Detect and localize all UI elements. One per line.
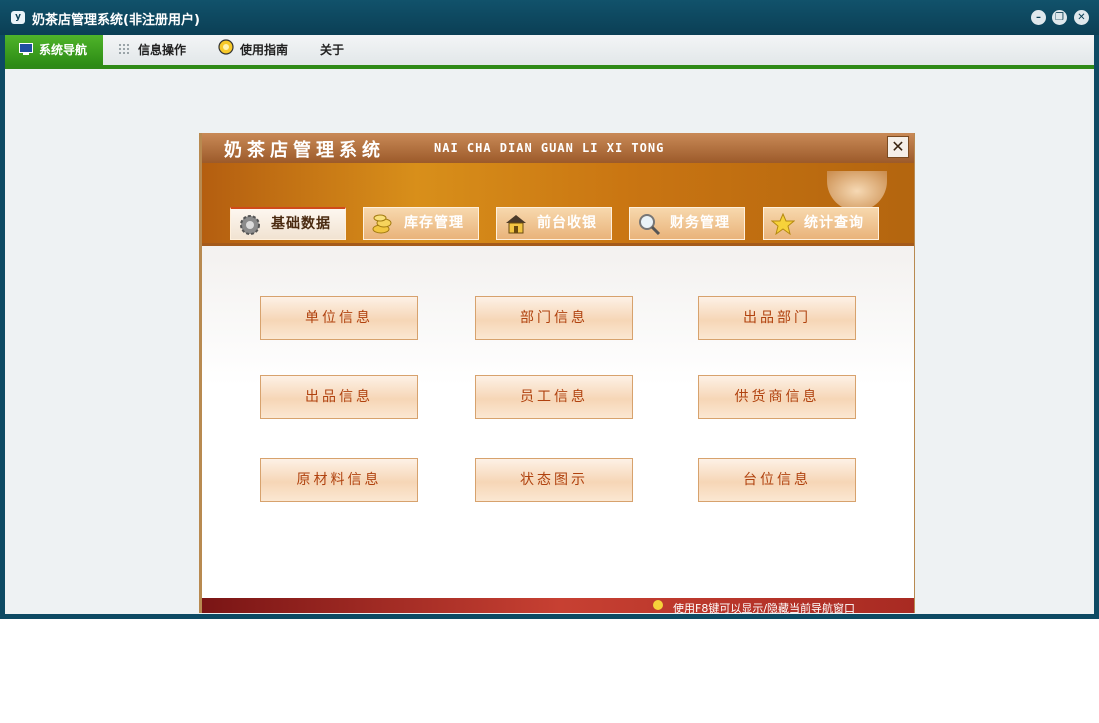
hint-bulb-icon [653, 600, 663, 610]
output-department-button[interactable]: 出品部门 [698, 296, 856, 340]
star-icon [770, 212, 796, 236]
tab-finance[interactable]: 财务管理 [629, 207, 745, 240]
panel-content: 单位信息 部门信息 出品部门 出品信息 员工信息 供货商信息 原材料信息 状态图… [202, 246, 914, 596]
product-info-button[interactable]: 出品信息 [260, 375, 418, 419]
restore-icon[interactable]: ❐ [1052, 10, 1067, 25]
menu-bar: 系统导航 信息操作 使用指南 关于 [5, 35, 1094, 69]
minimize-icon[interactable]: – [1031, 10, 1046, 25]
unit-info-button[interactable]: 单位信息 [260, 296, 418, 340]
tab-statistics[interactable]: 统计查询 [763, 207, 879, 240]
window-title: 奶茶店管理系统(非注册用户) [32, 13, 200, 28]
lightbulb-icon [218, 36, 234, 66]
client-area: 系统导航 信息操作 使用指南 关于 奶茶店管理系统 NAI CHA DIAN G… [5, 35, 1094, 614]
grid-icon [119, 36, 132, 66]
tab-front-cashier[interactable]: 前台收银 [496, 207, 612, 240]
panel-header: 奶茶店管理系统 NAI CHA DIAN GUAN LI XI TONG ✕ [202, 133, 914, 163]
monitor-icon [19, 36, 33, 66]
department-info-button[interactable]: 部门信息 [475, 296, 633, 340]
panel-close-button[interactable]: ✕ [887, 136, 909, 158]
menu-item-about[interactable]: 关于 [320, 35, 344, 65]
app-icon: y [11, 11, 25, 24]
raw-material-info-button[interactable]: 原材料信息 [260, 458, 418, 502]
title-bar: y 奶茶店管理系统(非注册用户) – ❐ ✕ [0, 0, 1099, 35]
main-window: y 奶茶店管理系统(非注册用户) – ❐ ✕ 系统导航 信息操作 使用指南 关于… [0, 0, 1099, 619]
coins-icon [371, 213, 395, 235]
tea-cup-icon [827, 171, 887, 211]
employee-info-button[interactable]: 员工信息 [475, 375, 633, 419]
tab-basic-data[interactable]: 基础数据 [230, 207, 346, 240]
panel-title: 奶茶店管理系统 [224, 140, 385, 161]
status-legend-button[interactable]: 状态图示 [475, 458, 633, 502]
panel-status-bar: 使用F8键可以显示/隐藏当前导航窗口 [202, 598, 914, 613]
magnifier-icon [637, 213, 661, 236]
table-info-button[interactable]: 台位信息 [698, 458, 856, 502]
status-hint-text: 使用F8键可以显示/隐藏当前导航窗口 [673, 602, 856, 613]
tab-inventory[interactable]: 库存管理 [363, 207, 479, 240]
menu-item-user-guide[interactable]: 使用指南 [218, 35, 288, 65]
supplier-info-button[interactable]: 供货商信息 [698, 375, 856, 419]
gear-icon [238, 214, 262, 236]
panel-subtitle: NAI CHA DIAN GUAN LI XI TONG [434, 141, 665, 155]
close-icon[interactable]: ✕ [1074, 10, 1089, 25]
menu-item-system-nav[interactable]: 系统导航 [5, 35, 103, 65]
menu-item-info-ops[interactable]: 信息操作 [119, 35, 186, 65]
house-icon [504, 213, 528, 235]
navigation-panel: 奶茶店管理系统 NAI CHA DIAN GUAN LI XI TONG ✕ 基… [199, 133, 915, 613]
